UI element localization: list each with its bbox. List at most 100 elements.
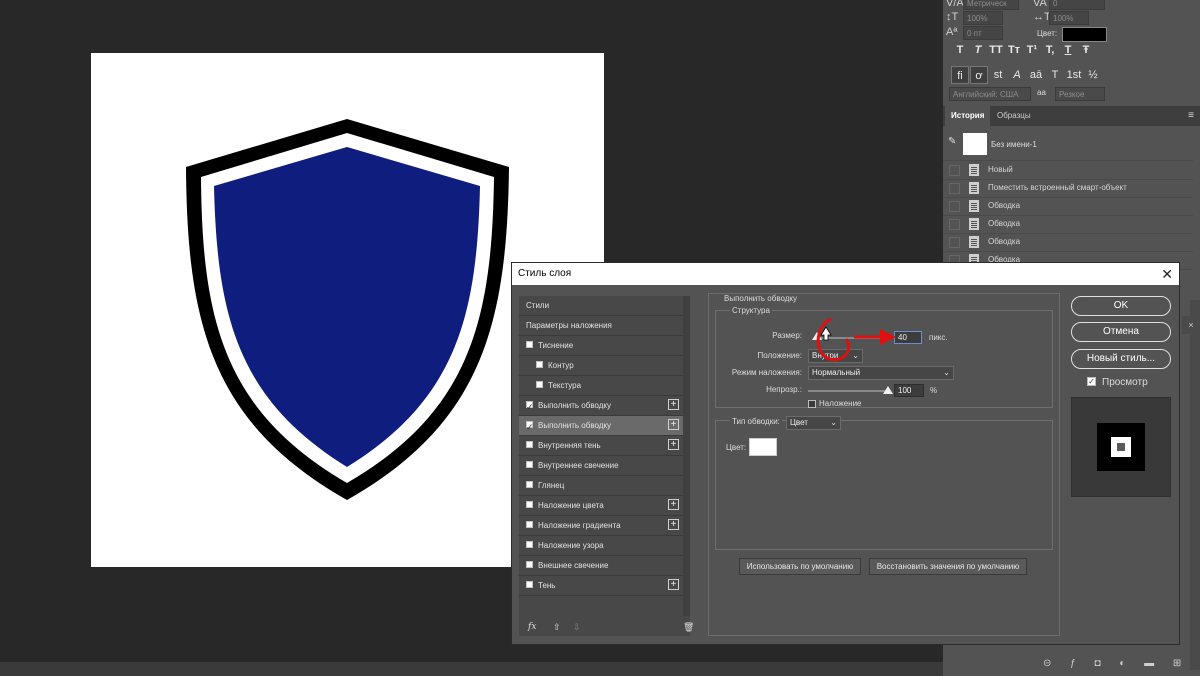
faux-bold-button[interactable]: T <box>951 44 969 56</box>
style-item[interactable]: Выполнить обводку + <box>519 416 683 437</box>
style-item[interactable]: Тиснение <box>519 336 683 356</box>
add-effect-icon[interactable]: + <box>668 439 679 450</box>
add-effect-icon[interactable]: + <box>668 499 679 510</box>
history-item[interactable]: Обводка <box>943 233 1193 252</box>
kerning-field[interactable]: Метрическ <box>963 0 1019 10</box>
preview-label: Просмотр <box>1102 377 1148 388</box>
small-caps-button[interactable]: Tт <box>1005 44 1023 56</box>
color-label: Цвет: <box>1037 29 1058 38</box>
style-checkbox[interactable] <box>526 541 533 548</box>
style-item[interactable]: Параметры наложения <box>519 316 683 336</box>
document-icon <box>969 236 979 248</box>
baseline-shift-field[interactable]: 0 пт <box>963 26 1003 40</box>
use-default-button[interactable]: Использовать по умолчанию <box>739 558 861 575</box>
style-checkbox[interactable] <box>526 341 533 348</box>
style-item[interactable]: Наложение цвета + <box>519 496 683 516</box>
text-color-swatch[interactable] <box>1062 27 1107 42</box>
history-item[interactable]: Новый <box>943 161 1193 180</box>
ornaments-button[interactable]: T <box>1046 66 1064 84</box>
style-item[interactable]: Выполнить обводку + <box>519 396 683 417</box>
style-label: Внешнее свечение <box>538 561 609 570</box>
workspace-scrollbar[interactable] <box>0 662 943 676</box>
language-dropdown[interactable]: Английский: США <box>949 87 1031 101</box>
panel-menu-icon[interactable]: ≡ <box>1188 110 1194 121</box>
preview-checkbox[interactable]: ✓ <box>1087 377 1096 386</box>
style-checkbox[interactable] <box>526 441 533 448</box>
close-icon[interactable]: ✕ <box>1161 263 1173 285</box>
new-style-button[interactable]: Новый стиль... <box>1071 349 1171 369</box>
trash-icon[interactable]: 🗑 <box>683 622 694 633</box>
style-checkbox[interactable] <box>536 381 543 388</box>
ok-button[interactable]: OK <box>1071 296 1171 316</box>
style-label: Текстура <box>548 381 582 390</box>
style-item[interactable]: Внутренняя тень + <box>519 436 683 456</box>
style-item[interactable]: Внутреннее свечение <box>519 456 683 476</box>
style-item[interactable]: Наложение градиента + <box>519 516 683 536</box>
vertical-scale-field[interactable]: 100% <box>963 11 1003 25</box>
cancel-button[interactable]: Отмена <box>1071 322 1171 342</box>
fill-type-dropdown[interactable]: Цвет ⌄ <box>786 416 841 430</box>
style-checkbox[interactable] <box>526 561 533 568</box>
ordinals-button[interactable]: 1st <box>1065 66 1083 84</box>
all-caps-button[interactable]: TT <box>987 44 1005 56</box>
add-effect-icon[interactable]: + <box>668 579 679 590</box>
reset-default-button[interactable]: Восстановить значения по умолчанию <box>869 558 1027 575</box>
structure-title: Структура <box>730 306 772 315</box>
overprint-checkbox[interactable] <box>808 400 816 408</box>
tab-history[interactable]: История <box>945 106 991 126</box>
style-checkbox[interactable] <box>526 481 533 488</box>
styles-list-scrollbar[interactable] <box>683 296 690 616</box>
opacity-slider-thumb[interactable] <box>883 386 893 394</box>
strikethrough-button[interactable]: Ŧ <box>1077 44 1095 56</box>
style-checkbox[interactable] <box>526 581 533 588</box>
titling-button[interactable]: aā <box>1027 66 1045 84</box>
swash-button[interactable]: st <box>989 66 1007 84</box>
add-effect-icon[interactable]: + <box>668 519 679 530</box>
layers-bottom-icons[interactable]: ⊝ ƒ ◘ ◐ ▬ ⊞ ▥ <box>1043 658 1200 669</box>
history-snapshot[interactable]: ✎ Без имени-1 <box>943 126 1193 161</box>
add-effect-icon[interactable]: + <box>668 419 679 430</box>
horizontal-scale-field[interactable]: 100% <box>1049 11 1089 25</box>
style-item[interactable]: Глянец <box>519 476 683 496</box>
fractions-button[interactable]: ½ <box>1084 66 1102 84</box>
fx-button[interactable]: fx <box>528 622 536 632</box>
style-item[interactable]: Контур <box>519 356 683 376</box>
style-item[interactable]: Наложение узора <box>519 536 683 556</box>
stylistic-alternates-button[interactable]: A <box>1008 66 1026 84</box>
style-checkbox[interactable] <box>536 361 543 368</box>
style-checkbox[interactable] <box>526 501 533 508</box>
opacity-slider[interactable] <box>808 390 888 392</box>
antialias-dropdown[interactable]: Резкое <box>1055 87 1105 101</box>
subscript-button[interactable]: T, <box>1041 44 1059 56</box>
add-effect-icon[interactable]: + <box>668 399 679 410</box>
style-checkbox[interactable] <box>526 418 534 437</box>
style-checkbox[interactable] <box>526 521 533 528</box>
style-item[interactable]: Внешнее свечение <box>519 556 683 576</box>
tracking-field[interactable]: 0 <box>1049 0 1105 10</box>
opacity-unit: % <box>930 386 938 395</box>
stroke-color-swatch[interactable] <box>749 438 777 456</box>
style-item[interactable]: Текстура <box>519 376 683 396</box>
tab-swatches[interactable]: Образцы <box>991 106 1037 126</box>
style-item[interactable]: Тень + <box>519 576 683 596</box>
superscript-button[interactable]: T¹ <box>1023 44 1041 56</box>
collapse-icon[interactable]: × <box>1182 316 1200 334</box>
move-up-icon[interactable]: ⇧ <box>553 622 561 633</box>
underline-button[interactable]: T <box>1059 44 1077 56</box>
style-checkbox[interactable] <box>526 461 533 468</box>
ligatures-button[interactable]: fi <box>951 66 969 84</box>
opacity-input[interactable]: 100 <box>894 384 924 397</box>
stroke-color-label: Цвет: <box>726 443 747 452</box>
blend-mode-dropdown[interactable]: Нормальный ⌄ <box>808 366 954 380</box>
history-item[interactable]: Обводка <box>943 215 1193 234</box>
history-panel-header: История Образцы ≡ <box>943 106 1200 126</box>
dialog-titlebar[interactable]: Стиль слоя ✕ <box>512 263 1179 285</box>
old-style-button[interactable]: ơ <box>970 66 988 84</box>
history-item[interactable]: Поместить встроенный смарт-объект <box>943 179 1193 198</box>
style-checkbox[interactable] <box>526 398 534 417</box>
faux-italic-button[interactable]: T <box>969 44 987 56</box>
annotation-arrow-head <box>880 329 896 345</box>
history-item[interactable]: Обводка <box>943 197 1193 216</box>
style-label: Наложение узора <box>538 541 604 550</box>
style-item[interactable]: Стили <box>519 296 683 316</box>
